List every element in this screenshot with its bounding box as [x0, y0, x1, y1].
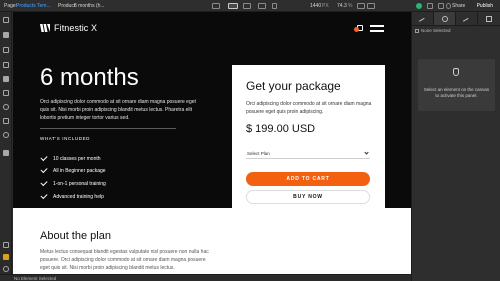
card-price: $ 199.00 USD — [246, 123, 316, 135]
search-icon[interactable] — [3, 266, 9, 272]
included-item: All in Beginner package — [40, 166, 106, 175]
check-icon — [40, 154, 48, 162]
none-selected-label: None Selected — [421, 28, 451, 33]
lightning-icon — [486, 16, 492, 22]
included-item: 10 classes per month — [40, 154, 101, 163]
users-icon[interactable] — [3, 90, 9, 96]
site-logo[interactable]: Fitnestic X — [40, 23, 97, 33]
tab-settings[interactable] — [434, 12, 456, 26]
share-button[interactable]: Share — [452, 3, 465, 9]
hero-description: Orci adipiscing dolor commodo at sit orn… — [40, 99, 196, 121]
base-breakpoint-icon[interactable] — [228, 3, 238, 9]
mobile-landscape-icon[interactable] — [258, 3, 266, 9]
top-bar: Page: Products Tem... Product: 6 months … — [0, 0, 500, 12]
logo-text: Fitnestic X — [54, 23, 98, 33]
canvas-width-value[interactable]: 1440 — [310, 3, 321, 9]
navigator-icon[interactable] — [3, 32, 9, 38]
plan-select[interactable]: Select Plan — [246, 149, 370, 159]
undo-icon[interactable] — [357, 3, 365, 9]
cms-icon[interactable] — [3, 62, 9, 68]
design-canvas[interactable]: Fitnestic X 6 months Orci adipiscing dol… — [13, 12, 411, 274]
status-check-icon[interactable] — [416, 3, 422, 9]
chevron-down-icon — [364, 150, 369, 155]
left-toolbar — [0, 12, 12, 274]
interactions-icon[interactable] — [3, 118, 9, 124]
share-icon — [446, 3, 451, 9]
page-selector[interactable]: Products Tem... — [16, 3, 51, 9]
logic-icon[interactable] — [3, 132, 9, 138]
included-item: 1-on-1 personal training — [40, 179, 106, 188]
tab-style[interactable] — [412, 12, 434, 27]
desktop-breakpoint-icon[interactable] — [212, 3, 220, 9]
included-item-label: 10 classes per month — [53, 156, 101, 162]
preview-icon[interactable] — [367, 3, 375, 9]
included-heading: WHAT'S INCLUDED — [40, 136, 91, 141]
selection-indicator: None Selected — [415, 28, 451, 33]
audit-icon[interactable] — [3, 242, 9, 248]
assets-icon[interactable] — [3, 104, 9, 110]
cart-count-badge — [354, 27, 359, 32]
help-icon[interactable] — [438, 3, 444, 9]
interactions-icon — [462, 17, 472, 27]
zoom-value[interactable]: 74.3 — [337, 3, 347, 9]
settings-gear-icon[interactable] — [3, 150, 9, 156]
about-description: Metus lectus consequat blandit egestas v… — [40, 249, 209, 271]
check-icon — [40, 179, 48, 187]
check-icon — [40, 166, 48, 174]
publish-button[interactable]: Publish — [474, 2, 496, 10]
buy-now-button[interactable]: BUY NOW — [246, 190, 370, 204]
included-item-label: All in Beginner package — [53, 168, 106, 174]
empty-panel-message: Select an element on the canvas to activ… — [418, 59, 495, 111]
tab-animations[interactable] — [478, 12, 500, 26]
hero-title: 6 months — [40, 64, 139, 91]
hero-section[interactable]: Fitnestic X 6 months Orci adipiscing dol… — [13, 12, 411, 208]
designer-app: Page: Products Tem... Product: 6 months … — [0, 0, 500, 281]
tablet-breakpoint-icon[interactable] — [243, 3, 251, 9]
tutorial-icon[interactable] — [3, 254, 9, 260]
check-icon — [40, 192, 48, 200]
tab-interactions[interactable] — [456, 12, 478, 27]
included-item-label: 1-on-1 personal training — [53, 181, 106, 187]
brush-icon — [418, 17, 428, 27]
plan-select-value: Select Plan — [247, 151, 270, 156]
gear-icon — [442, 16, 448, 22]
card-description: Orci adipiscing dolor commodo at sit orn… — [246, 101, 372, 115]
pointer-hand-icon — [453, 68, 459, 76]
empty-panel-text: Select an element on the canvas to activ… — [423, 87, 490, 98]
package-card[interactable]: Get your package Orci adipiscing dolor c… — [232, 65, 385, 208]
status-text: No Element Selected — [14, 276, 57, 281]
hamburger-menu-icon[interactable] — [370, 24, 384, 32]
add-elements-icon[interactable] — [3, 17, 9, 23]
hero-divider — [40, 128, 176, 129]
pages-icon[interactable] — [3, 47, 9, 53]
ecommerce-icon[interactable] — [3, 76, 9, 82]
history-icon[interactable] — [427, 3, 433, 9]
included-item-label: Advanced training help — [53, 194, 104, 200]
zoom-unit: % — [348, 3, 353, 9]
box-icon — [415, 29, 419, 33]
mobile-portrait-icon[interactable] — [272, 3, 277, 9]
card-title: Get your package — [246, 79, 341, 93]
product-selector[interactable]: 6 months (h... — [74, 3, 105, 9]
about-title: About the plan — [40, 230, 111, 242]
right-panel: None Selected Select an element on the c… — [411, 12, 500, 281]
status-bar: No Element Selected — [0, 274, 411, 281]
logo-mark-icon — [40, 24, 50, 32]
included-item: Advanced training help — [40, 192, 104, 201]
canvas-width-unit: PX — [322, 3, 329, 9]
add-to-cart-button[interactable]: ADD TO CART — [246, 172, 370, 186]
